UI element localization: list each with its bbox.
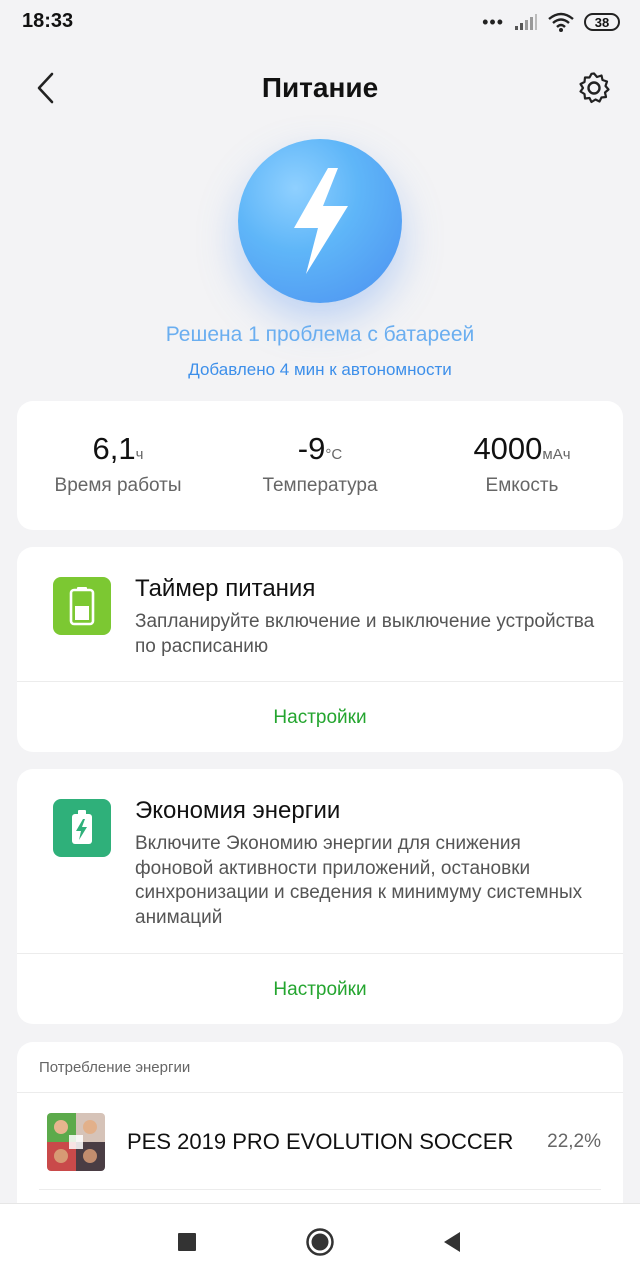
gear-icon <box>579 72 610 104</box>
page-title: Питание <box>261 72 379 103</box>
phone-icon <box>69 587 95 626</box>
problems-fixed-text[interactable]: Решена 1 проблема с батареей <box>0 323 640 347</box>
notification-dots: ••• <box>482 12 504 32</box>
home-button[interactable] <box>304 1226 336 1258</box>
app-usage-percent: 22,2% <box>547 1131 601 1152</box>
header: Питание <box>0 60 640 116</box>
status-icons: ••• 38 <box>482 12 620 32</box>
battery-saver-title: Экономия энергии <box>135 797 341 824</box>
stat-value: 4000 <box>473 431 543 466</box>
navigation-bar <box>0 1203 640 1281</box>
triangle-back-icon <box>444 1232 460 1252</box>
battery-icon: 38 <box>584 13 620 31</box>
battery-saver-description: Включите Экономию энергии для снижения ф… <box>135 833 583 928</box>
power-timer-icon <box>53 577 111 635</box>
app-name: PES 2019 PRO EVOLUTION SOCCER <box>127 1129 514 1154</box>
battery-saver-settings-button[interactable]: Настройки <box>17 979 623 1001</box>
power-usage-header: Потребление энергии <box>39 1059 191 1076</box>
power-timer-title: Таймер питания <box>135 575 316 602</box>
divider <box>39 1189 601 1190</box>
battery-bolt-icon <box>72 810 92 844</box>
stat-temperature: -9°C Температура <box>219 431 421 497</box>
divider <box>17 953 623 954</box>
square-icon <box>178 1233 196 1251</box>
divider <box>17 681 623 682</box>
stat-label: Время работы <box>54 475 182 496</box>
stat-value: 6,1 <box>92 431 136 466</box>
stat-label: Емкость <box>485 475 559 496</box>
lightning-bolt-icon <box>294 168 348 274</box>
status-time: 18:33 <box>22 10 74 32</box>
nav-back-button[interactable] <box>436 1226 468 1258</box>
status-bar: 18:33 ••• 38 <box>0 0 640 46</box>
circle-home-icon <box>306 1228 334 1256</box>
power-timer-settings-button[interactable]: Настройки <box>17 707 623 729</box>
signal-icon <box>515 14 537 30</box>
stat-unit: ч <box>135 446 144 463</box>
app-icon <box>47 1113 105 1171</box>
power-timer-description: Запланируйте включение и выключение устр… <box>135 611 595 657</box>
stat-value: -9 <box>297 431 326 466</box>
stat-uptime: 6,1ч Время работы <box>17 431 219 497</box>
wifi-icon <box>548 12 574 32</box>
stat-capacity: 4000мАч Емкость <box>421 431 623 497</box>
battery-saver-card: Экономия энергии Включите Экономию энерг… <box>17 769 623 1024</box>
battery-saver-icon <box>53 799 111 857</box>
list-item[interactable]: PES 2019 PRO EVOLUTION SOCCER 22,2% <box>17 1093 623 1189</box>
recent-apps-button[interactable] <box>171 1226 203 1258</box>
power-timer-card: Таймер питания Запланируйте включение и … <box>17 547 623 752</box>
stat-label: Температура <box>262 475 378 496</box>
battery-status-graphic <box>238 139 402 303</box>
stat-unit: °C <box>325 446 343 463</box>
battery-stats-card: 6,1ч Время работы -9°C Температура 4000м… <box>17 401 623 530</box>
stat-unit: мАч <box>542 446 571 463</box>
autonomy-added-text: Добавлено 4 мин к автономности <box>188 360 452 379</box>
settings-button[interactable] <box>574 68 614 108</box>
